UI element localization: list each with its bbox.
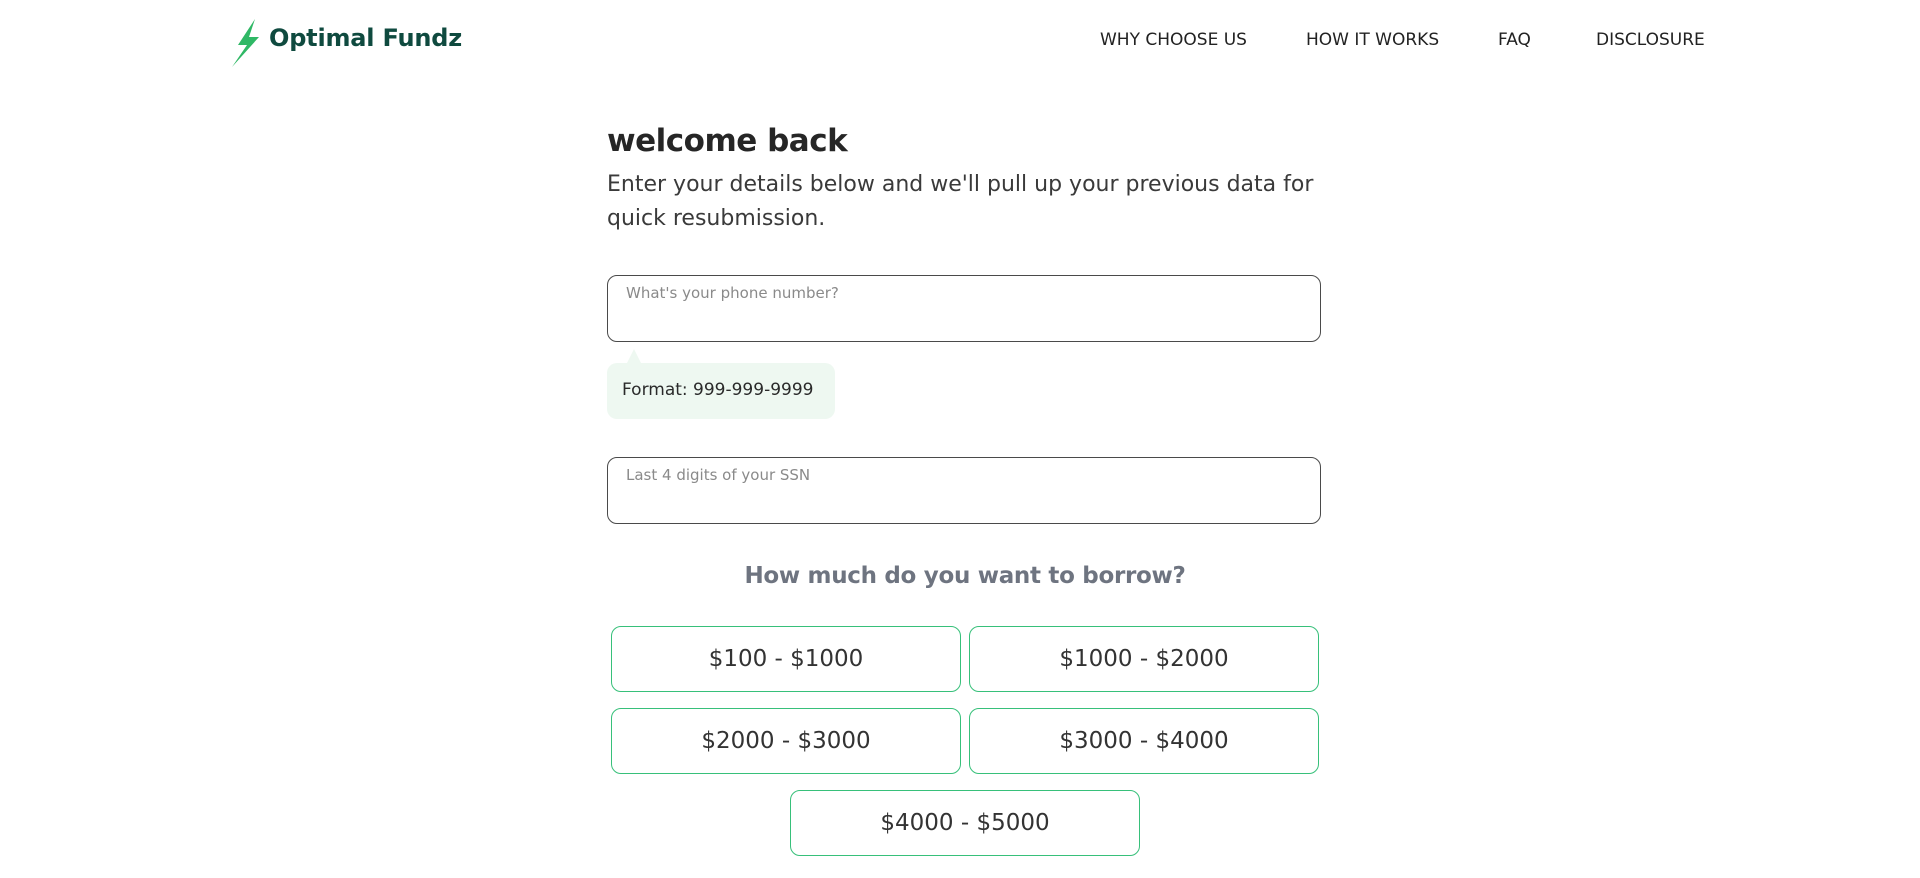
nav-how-it-works[interactable]: HOW IT WORKS bbox=[1306, 30, 1439, 50]
main-nav: WHY CHOOSE US HOW IT WORKS FAQ DISCLOSUR… bbox=[0, 30, 1920, 56]
nav-disclosure[interactable]: DISCLOSURE bbox=[1596, 30, 1705, 50]
phone-input[interactable] bbox=[608, 276, 1320, 341]
amount-option-1000-2000[interactable]: $1000 - $2000 bbox=[969, 626, 1319, 692]
amount-option-4000-5000[interactable]: $4000 - $5000 bbox=[790, 790, 1140, 856]
phone-field[interactable]: What's your phone number? bbox=[607, 275, 1321, 342]
site-header: Optimal Fundz WHY CHOOSE US HOW IT WORKS… bbox=[0, 0, 1920, 86]
amount-option-3000-4000[interactable]: $3000 - $4000 bbox=[969, 708, 1319, 774]
borrow-question: How much do you want to borrow? bbox=[744, 563, 1186, 589]
page-title: welcome back bbox=[607, 123, 848, 159]
lookup-form: welcome back Enter your details below an… bbox=[607, 120, 1323, 856]
amount-option-2000-3000[interactable]: $2000 - $3000 bbox=[611, 708, 961, 774]
amount-option-100-1000[interactable]: $100 - $1000 bbox=[611, 626, 961, 692]
ssn-input[interactable] bbox=[608, 458, 1320, 523]
nav-why-choose-us[interactable]: WHY CHOOSE US bbox=[1100, 30, 1247, 50]
ssn-field[interactable]: Last 4 digits of your SSN bbox=[607, 457, 1321, 524]
page-subtitle: Enter your details below and we'll pull … bbox=[607, 172, 1314, 231]
phone-format-hint-text: Format: 999-999-9999 bbox=[622, 380, 814, 400]
phone-format-hint: Format: 999-999-9999 bbox=[607, 349, 835, 419]
nav-faq[interactable]: FAQ bbox=[1498, 30, 1531, 50]
